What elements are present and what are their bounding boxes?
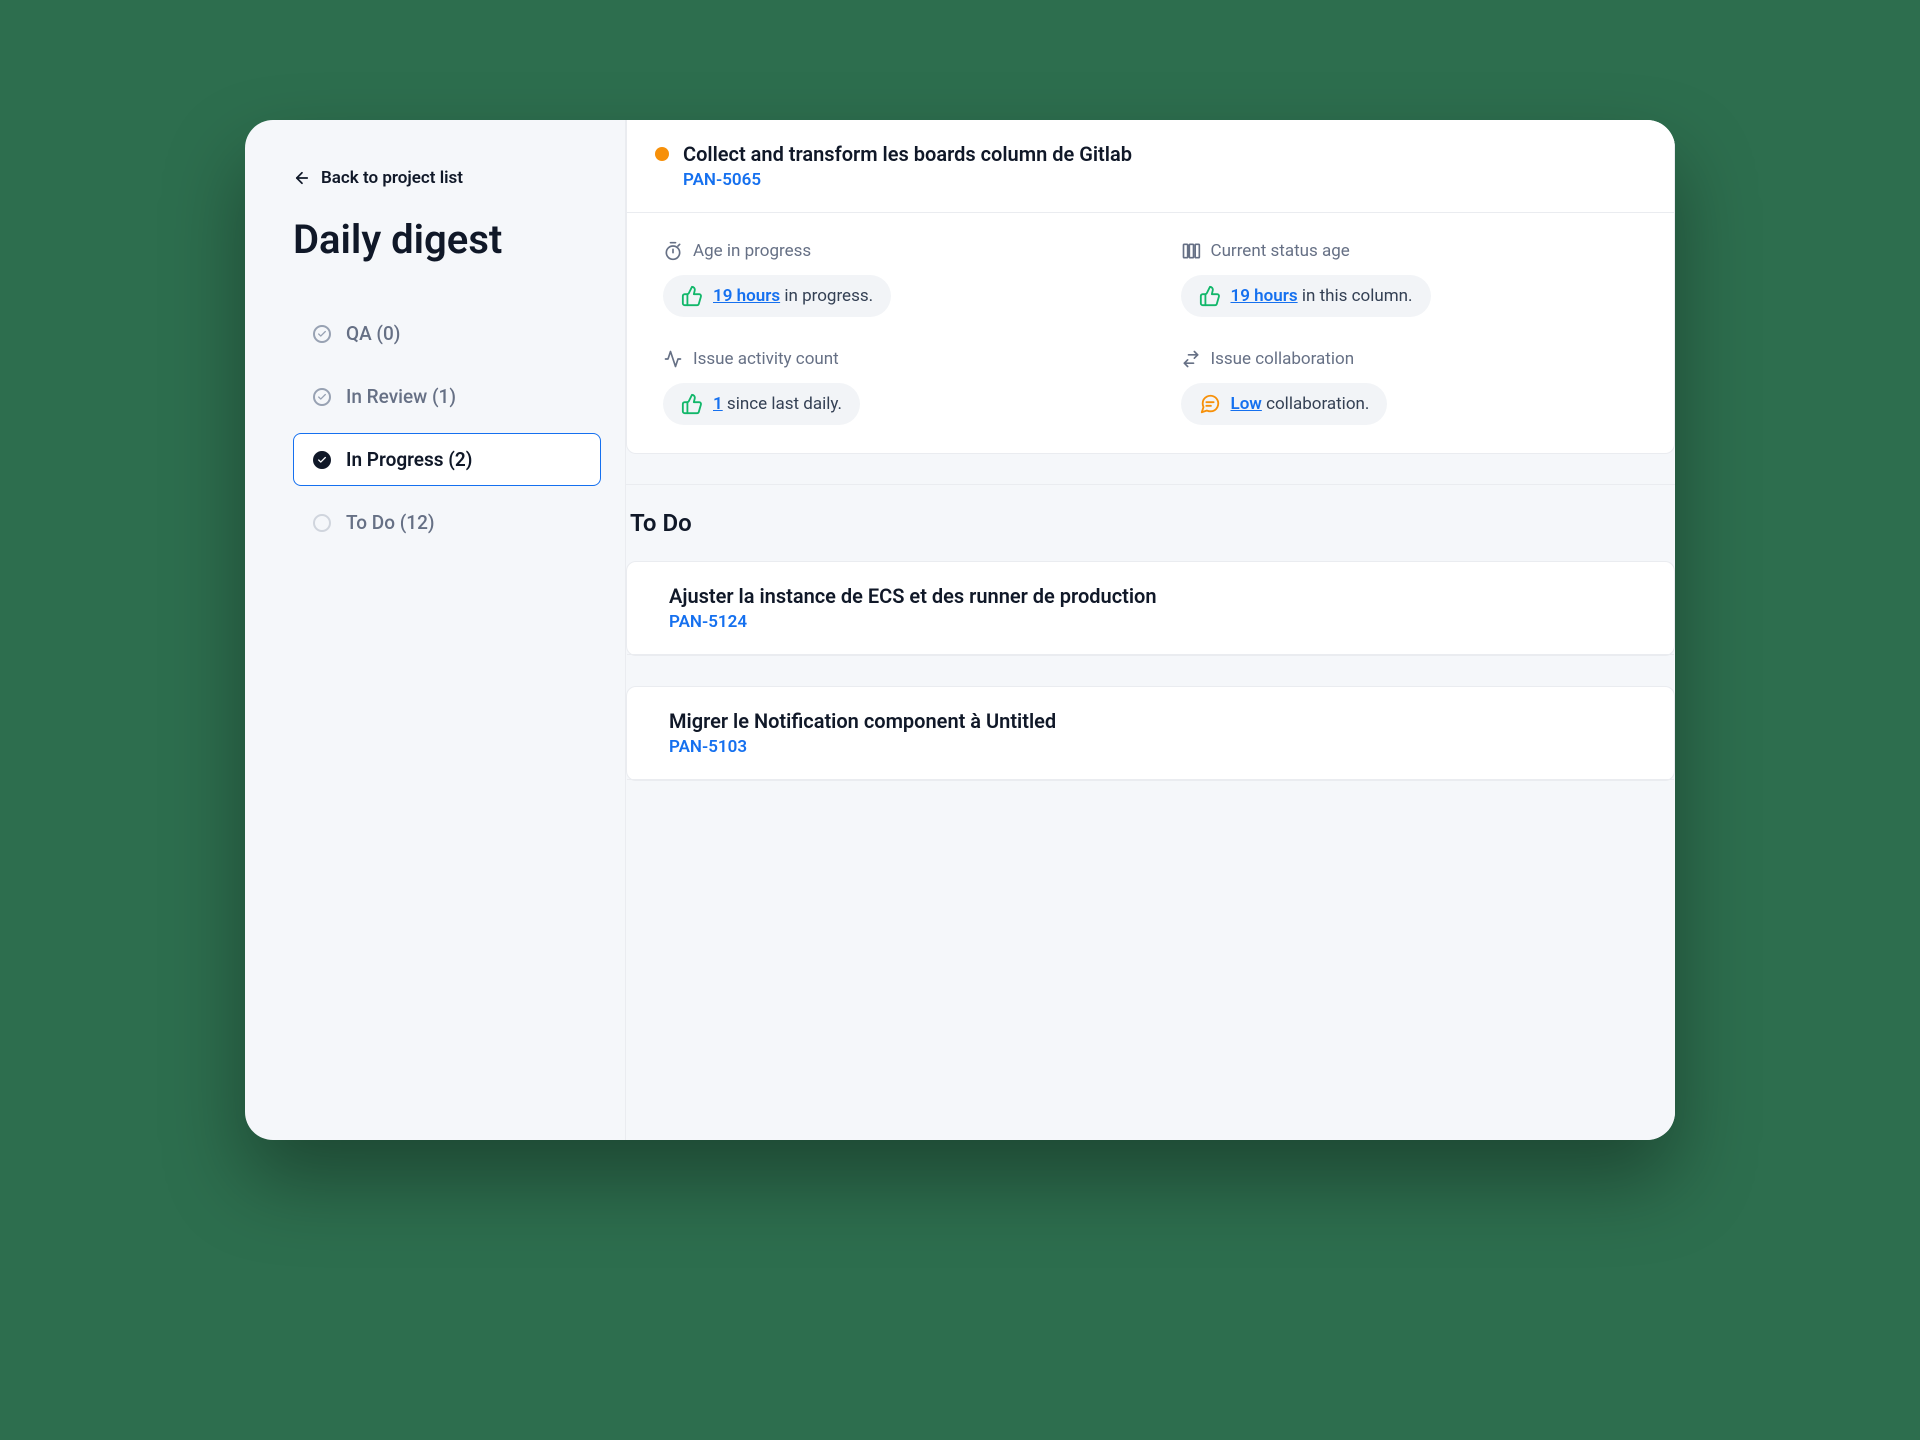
metric-activity-count: Issue activity count 1 since last daily. (663, 349, 1121, 425)
metric-header: Current status age (1181, 241, 1639, 261)
metric-age-in-progress: Age in progress 19 hours in progress. (663, 241, 1121, 317)
filter-label: In Progress (2) (346, 448, 472, 471)
issue-title: Ajuster la instance de ECS et des runner… (669, 584, 1157, 608)
filter-item-in-progress[interactable]: In Progress (2) (293, 433, 601, 486)
stopwatch-icon (663, 241, 683, 261)
back-link[interactable]: Back to project list (293, 168, 601, 188)
metric-label: Issue activity count (693, 349, 839, 369)
metric-header: Issue collaboration (1181, 349, 1639, 369)
metric-value[interactable]: Low (1231, 394, 1262, 414)
page-title: Daily digest (293, 216, 601, 263)
filter-label: To Do (12) (346, 511, 435, 534)
check-circle-icon (312, 324, 332, 344)
metric-label: Age in progress (693, 241, 811, 261)
metric-pill[interactable]: 1 since last daily. (663, 383, 860, 425)
metric-header: Age in progress (663, 241, 1121, 261)
metric-label: Issue collaboration (1211, 349, 1355, 369)
metric-suffix: in progress. (780, 286, 873, 306)
filter-label: QA (0) (346, 322, 400, 345)
filter-label: In Review (1) (346, 385, 456, 408)
issue-card-header: Collect and transform les boards column … (627, 120, 1674, 213)
metric-value[interactable]: 1 (713, 394, 723, 414)
metric-value[interactable]: 19 hours (1231, 286, 1298, 306)
metric-collaboration: Issue collaboration Low collaboration. (1181, 349, 1639, 425)
check-circle-icon (312, 450, 332, 470)
arrow-left-icon (293, 169, 311, 187)
issue-card: Collect and transform les boards column … (626, 120, 1675, 454)
sidebar: Back to project list Daily digest QA (0)… (245, 120, 625, 1140)
check-circle-icon (312, 387, 332, 407)
issue-id[interactable]: PAN-5065 (683, 170, 1132, 190)
issue-card[interactable]: Ajuster la instance de ECS et des runner… (626, 561, 1675, 656)
issue-card-body: Age in progress 19 hours in progress. Cu… (627, 213, 1674, 453)
metric-suffix: since last daily. (723, 394, 842, 414)
issue-id[interactable]: PAN-5103 (669, 737, 1056, 757)
metric-label: Current status age (1211, 241, 1350, 261)
empty-circle-icon (312, 513, 332, 533)
metric-value[interactable]: 19 hours (713, 286, 780, 306)
metric-pill[interactable]: 19 hours in progress. (663, 275, 891, 317)
columns-icon (1181, 241, 1201, 261)
filter-item-in-review[interactable]: In Review (1) (293, 370, 601, 423)
issue-title: Migrer le Notification component à Untit… (669, 709, 1056, 733)
main-content: Collect and transform les boards column … (625, 120, 1675, 1140)
chat-icon (1199, 393, 1221, 415)
filter-list: QA (0) In Review (1) In Progress (2) To … (293, 307, 601, 549)
filter-item-qa[interactable]: QA (0) (293, 307, 601, 360)
thumb-up-icon (681, 393, 703, 415)
users-icon (1181, 349, 1201, 369)
issue-id[interactable]: PAN-5124 (669, 612, 1157, 632)
thumb-up-icon (681, 285, 703, 307)
filter-item-to-do[interactable]: To Do (12) (293, 496, 601, 549)
thumb-up-icon (1199, 285, 1221, 307)
status-dot-icon (655, 147, 669, 161)
metric-pill[interactable]: Low collaboration. (1181, 383, 1388, 425)
issue-card[interactable]: Migrer le Notification component à Untit… (626, 686, 1675, 781)
issue-title: Collect and transform les boards column … (683, 142, 1132, 166)
back-link-label: Back to project list (321, 168, 463, 188)
metric-suffix: collaboration. (1262, 394, 1370, 414)
metric-pill[interactable]: 19 hours in this column. (1181, 275, 1431, 317)
metric-current-status-age: Current status age 19 hours in this colu… (1181, 241, 1639, 317)
activity-icon (663, 349, 683, 369)
app-window: Back to project list Daily digest QA (0)… (245, 120, 1675, 1140)
metric-suffix: in this column. (1298, 286, 1413, 306)
section-header-todo: To Do (626, 484, 1675, 561)
metric-header: Issue activity count (663, 349, 1121, 369)
